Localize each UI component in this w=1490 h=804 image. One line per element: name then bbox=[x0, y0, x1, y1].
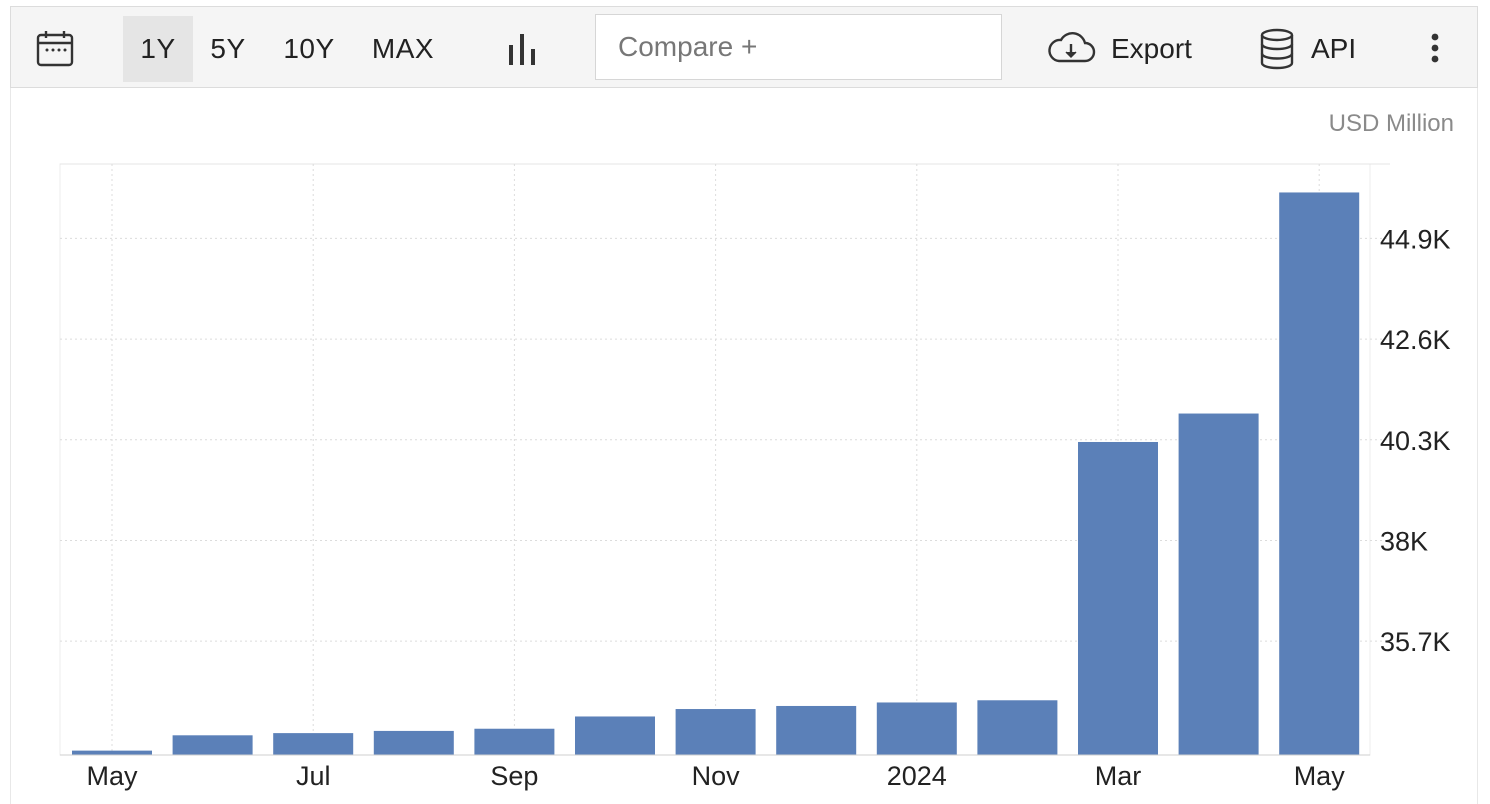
bar bbox=[273, 733, 354, 755]
y-tick-label: 38K bbox=[1380, 526, 1428, 556]
bar bbox=[876, 702, 957, 755]
y-tick-label: 44.9K bbox=[1380, 224, 1451, 254]
bar bbox=[1078, 441, 1158, 755]
x-tick-label: May bbox=[86, 761, 138, 791]
y-tick-label: 42.6K bbox=[1380, 325, 1451, 355]
x-tick-label: Sep bbox=[490, 761, 538, 791]
x-tick-label: Jul bbox=[296, 761, 331, 791]
bar bbox=[977, 700, 1058, 755]
x-tick-label: Nov bbox=[692, 761, 741, 791]
bar bbox=[172, 735, 253, 755]
bar bbox=[1279, 192, 1360, 755]
bar bbox=[1178, 413, 1259, 755]
bar-chart: 35.7K 38K 40.3K 42.6K 44.9K May Jul Sep Nov 2024 M… bbox=[59, 163, 1451, 791]
bar bbox=[474, 728, 555, 755]
bar bbox=[675, 709, 756, 755]
x-tick-label: May bbox=[1294, 761, 1346, 791]
plot-area bbox=[59, 163, 1371, 756]
y-tick-label: 35.7K bbox=[1380, 627, 1451, 657]
bar bbox=[72, 750, 152, 755]
bar bbox=[575, 716, 655, 755]
x-tick-label: 2024 bbox=[887, 761, 947, 791]
x-tick-label: Mar bbox=[1095, 761, 1142, 791]
bar bbox=[776, 705, 857, 755]
bar bbox=[373, 730, 454, 755]
y-tick-label: 40.3K bbox=[1380, 426, 1451, 456]
